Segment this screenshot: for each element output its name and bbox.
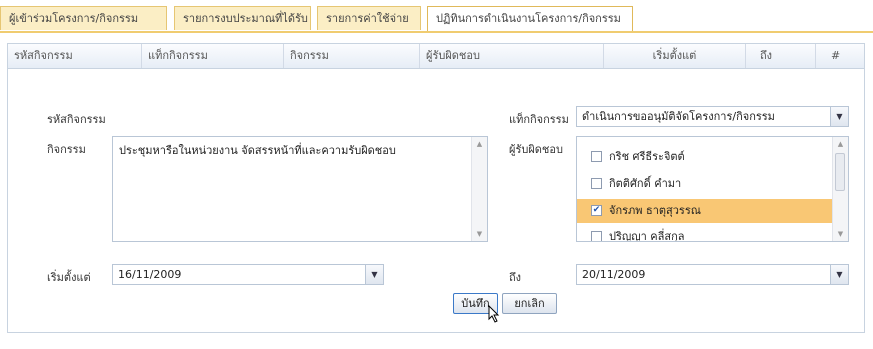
scroll-up-icon[interactable]: ▲ xyxy=(472,137,487,151)
person-name: จักรภพ ธาตุสุวรรณ xyxy=(609,204,701,217)
tab-expenses[interactable]: รายการค่าใช้จ่าย xyxy=(317,6,421,30)
start-date-value: 16/11/2009 xyxy=(118,268,182,281)
scroll-down-icon[interactable]: ▼ xyxy=(833,227,848,241)
person-name: ปริญญา คลี่สกุล xyxy=(609,230,685,242)
checkbox[interactable] xyxy=(591,231,602,241)
grid-header: รหัสกิจกรรม แท็กกิจกรรม กิจกรรม ผู้รับผิ… xyxy=(8,44,864,69)
end-label: ถึง xyxy=(509,271,522,284)
checkbox[interactable] xyxy=(591,178,602,189)
activity-text: ประชุมหารือในหน่วยงาน จัดสรรหน้าที่และคว… xyxy=(119,144,396,157)
chevron-down-icon[interactable]: ▼ xyxy=(830,265,848,284)
list-item-selected[interactable]: ✔ จักรภพ ธาตุสุวรรณ xyxy=(577,199,833,223)
column-header-code[interactable]: รหัสกิจกรรม xyxy=(8,44,142,68)
column-header-responsible[interactable]: ผู้รับผิดชอบ xyxy=(420,44,604,68)
responsible-label: ผู้รับผิดชอบ xyxy=(509,143,563,156)
tab-schedule[interactable]: ปฏิทินการดำเนินงานโครงการ/กิจกรรม xyxy=(427,6,633,32)
person-name: กิตติศักดิ์ คำมา xyxy=(609,177,682,190)
end-date-value: 20/11/2009 xyxy=(582,268,646,281)
column-header-actions[interactable]: # xyxy=(816,44,864,68)
start-date-picker[interactable]: 16/11/2009 ▼ xyxy=(112,264,384,285)
list-item[interactable]: กิตติศักดิ์ คำมา xyxy=(577,172,833,196)
cancel-button[interactable]: ยกเลิก xyxy=(502,293,557,314)
start-label: เริ่มตั้งแต่ xyxy=(47,271,91,284)
person-name: กริช ศรีธีระจิตต์ xyxy=(609,150,685,163)
responsible-scrollbar[interactable]: ▲ ▼ xyxy=(832,137,848,241)
tag-label: แท็กกิจกรรม xyxy=(509,113,569,126)
activity-label: กิจกรรม xyxy=(47,143,86,156)
column-header-start[interactable]: เริ่มตั้งแต่ xyxy=(604,44,746,68)
tab-underline xyxy=(0,31,873,33)
tag-select-value: ดำเนินการขออนุมัติจัดโครงการ/กิจกรรม xyxy=(582,110,775,123)
scroll-down-icon[interactable]: ▼ xyxy=(472,227,487,241)
activity-textarea[interactable]: ประชุมหารือในหน่วยงาน จัดสรรหน้าที่และคว… xyxy=(112,136,488,242)
scroll-up-icon[interactable]: ▲ xyxy=(833,137,848,151)
code-input[interactable] xyxy=(112,105,488,125)
mouse-pointer-icon xyxy=(488,305,500,323)
column-header-tag[interactable]: แท็กกิจกรรม xyxy=(142,44,284,68)
column-header-end[interactable]: ถึง xyxy=(746,44,816,68)
checkbox-checked[interactable]: ✔ xyxy=(591,205,602,216)
chevron-down-icon[interactable]: ▼ xyxy=(830,107,848,126)
tab-budget-received[interactable]: รายการงบประมาณที่ได้รับ xyxy=(174,6,311,30)
checkbox[interactable] xyxy=(591,151,602,162)
scroll-thumb[interactable] xyxy=(835,153,845,191)
tag-select[interactable]: ดำเนินการขออนุมัติจัดโครงการ/กิจกรรม ▼ xyxy=(576,106,849,127)
list-item[interactable]: กริช ศรีธีระจิตต์ xyxy=(577,145,833,169)
column-header-activity[interactable]: กิจกรรม xyxy=(284,44,420,68)
end-date-picker[interactable]: 20/11/2009 ▼ xyxy=(576,264,849,285)
tab-bar: ผู้เข้าร่วมโครงการ/กิจกรรม รายการงบประมา… xyxy=(0,6,873,32)
tab-participants[interactable]: ผู้เข้าร่วมโครงการ/กิจกรรม xyxy=(0,6,167,30)
responsible-checklist[interactable]: กริช ศรีธีระจิตต์ กิตติศักดิ์ คำมา ✔ จัก… xyxy=(576,136,849,242)
list-item[interactable]: ปริญญา คลี่สกุล xyxy=(577,225,833,242)
activity-scrollbar[interactable]: ▲ ▼ xyxy=(471,137,487,241)
chevron-down-icon[interactable]: ▼ xyxy=(365,265,383,284)
code-label: รหัสกิจกรรม xyxy=(47,113,106,126)
